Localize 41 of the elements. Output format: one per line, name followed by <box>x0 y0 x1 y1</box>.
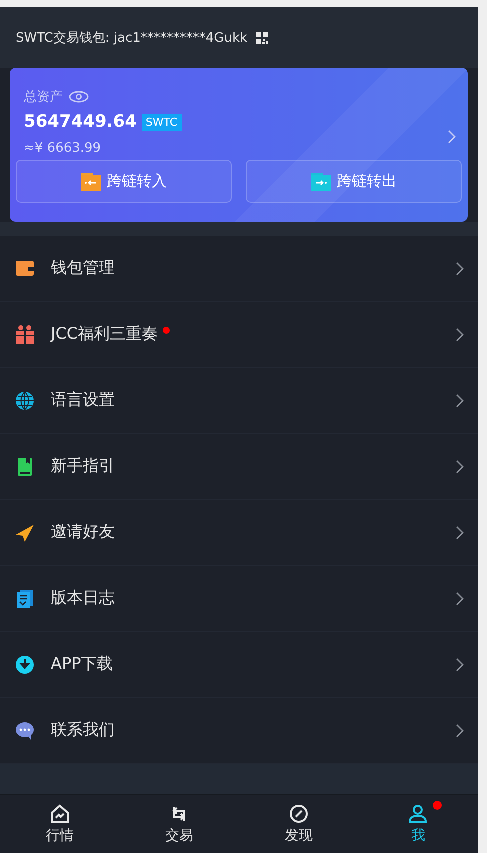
compass-icon <box>288 804 309 824</box>
wallet-icon <box>15 258 35 278</box>
fiat-value: ≈¥ 6663.99 <box>24 141 102 156</box>
menu-item[interactable]: JCC福利三重奏 <box>0 302 478 368</box>
chevron-right-icon <box>456 526 464 540</box>
eye-icon[interactable] <box>69 91 89 103</box>
tab[interactable]: 发现 <box>239 795 358 853</box>
total-assets-label: 总资产 <box>24 89 63 106</box>
chat-bubble-icon <box>15 720 35 740</box>
chevron-right-icon <box>456 460 464 474</box>
tab[interactable]: 行情 <box>0 795 120 853</box>
chevron-right-icon <box>456 328 464 342</box>
menu-item[interactable]: 语言设置 <box>0 368 478 434</box>
chevron-right-icon <box>456 658 464 672</box>
chevron-right-icon <box>456 592 464 606</box>
currency-tag: SWTC <box>142 114 182 130</box>
gift-icon <box>15 324 35 344</box>
menu-item[interactable]: 邀请好友 <box>0 500 478 566</box>
cross-chain-button[interactable]: 跨链转出 <box>246 160 462 203</box>
chevron-right-icon[interactable] <box>448 130 456 144</box>
tab[interactable]: 我 <box>358 795 478 853</box>
person-icon <box>408 804 428 824</box>
cross-chain-button[interactable]: 跨链转入 <box>16 160 232 203</box>
asset-amount: 5647449.64 <box>24 112 137 132</box>
house-chart-icon <box>50 804 70 824</box>
document-icon <box>15 588 35 608</box>
menu-item[interactable]: 新手指引 <box>0 434 478 500</box>
download-icon <box>15 654 35 674</box>
wallet-address: SWTC交易钱包: jac1**********4Gukk <box>16 30 248 46</box>
chevron-right-icon <box>456 262 464 276</box>
chevron-right-icon <box>456 724 464 738</box>
book-icon <box>15 456 35 476</box>
paper-plane-icon <box>15 522 35 542</box>
menu-item[interactable]: 钱包管理 <box>0 236 478 302</box>
globe-icon <box>15 390 35 410</box>
menu-item[interactable]: APP下载 <box>0 632 478 698</box>
qr-code-icon[interactable] <box>256 32 268 44</box>
asset-card[interactable]: 总资产 5647449.64 SWTC ≈¥ 6663.99 跨链转入 跨链转出 <box>10 68 468 222</box>
chevron-right-icon <box>456 394 464 408</box>
menu-item[interactable]: 版本日志 <box>0 566 478 632</box>
tab[interactable]: 交易 <box>120 795 239 853</box>
